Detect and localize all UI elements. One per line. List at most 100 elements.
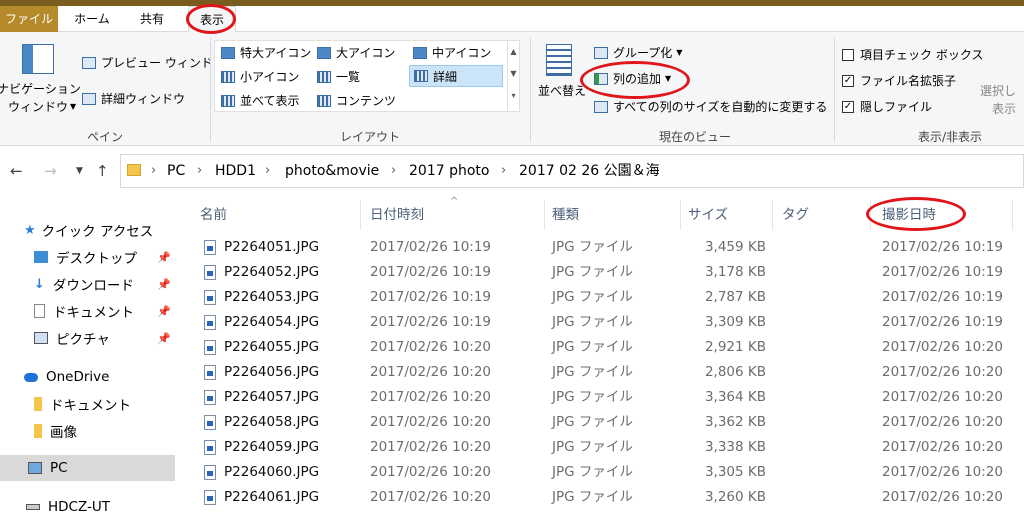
sidebar-quick-access[interactable]: ★ クイック アクセス bbox=[24, 218, 199, 242]
file-date-taken: 2017/02/26 10:20 bbox=[881, 414, 1003, 430]
layout-content[interactable]: コンテンツ bbox=[317, 92, 396, 109]
breadcrumb-hdd1[interactable]: HDD1 bbox=[215, 155, 256, 187]
column-header-name[interactable]: 名前 bbox=[200, 198, 227, 232]
sort-button[interactable]: 並べ替え bbox=[538, 82, 586, 99]
column-header-type[interactable]: 種類 bbox=[552, 198, 579, 232]
ribbon-tabs: ファイル ホーム 共有 表示 bbox=[0, 6, 1024, 33]
table-row[interactable]: P2264052.JPG 2017/02/26 10:19 JPG ファイル 3,17… bbox=[180, 260, 1024, 285]
sidebar-onedrive[interactable]: OneDrive bbox=[24, 365, 199, 389]
column-divider[interactable] bbox=[1012, 200, 1013, 230]
details-pane-icon bbox=[82, 92, 96, 105]
sidebar-item-label: クイック アクセス bbox=[41, 224, 154, 240]
autosize-columns-button[interactable]: すべての列のサイズを自動的に変更する bbox=[594, 98, 827, 115]
layout-medium-icons[interactable]: 中アイコン bbox=[413, 44, 491, 61]
breadcrumb-chevron-icon[interactable]: › bbox=[151, 155, 156, 187]
table-row[interactable]: P2264057.JPG 2017/02/26 10:20 JPG ファイル 3,36… bbox=[180, 385, 1024, 410]
item-checkbox-toggle[interactable]: 項目チェック ボックス bbox=[842, 46, 983, 63]
tab-share[interactable]: 共有 bbox=[122, 6, 182, 32]
file-type: JPG ファイル bbox=[552, 389, 633, 405]
sidebar-item-desktop[interactable]: デスクトップ 📌 bbox=[34, 245, 175, 269]
layout-details[interactable]: 詳細 bbox=[409, 65, 503, 87]
file-type: JPG ファイル bbox=[552, 239, 633, 255]
up-arrow-icon[interactable]: ↑ bbox=[96, 162, 109, 180]
table-row[interactable]: P2264058.JPG 2017/02/26 10:20 JPG ファイル 3,36… bbox=[180, 410, 1024, 435]
layout-group-label: レイアウト bbox=[339, 130, 400, 144]
jpg-file-icon bbox=[204, 390, 216, 405]
group-by-button[interactable]: グループ化 ▼ bbox=[594, 44, 682, 61]
download-arrow-icon: ↓ bbox=[34, 276, 45, 292]
preview-pane-button[interactable]: プレビュー ウィンドウ bbox=[82, 54, 225, 71]
table-row[interactable]: P2264059.JPG 2017/02/26 10:20 JPG ファイル 3,33… bbox=[180, 435, 1024, 460]
hide-selected-partial[interactable]: 選択し bbox=[980, 82, 1016, 99]
back-arrow-icon[interactable]: ← bbox=[10, 162, 23, 180]
pin-icon[interactable]: 📌 bbox=[157, 278, 171, 291]
table-row[interactable]: P2264055.JPG 2017/02/26 10:20 JPG ファイル 2,92… bbox=[180, 335, 1024, 360]
folder-icon bbox=[34, 424, 42, 438]
file-extension-toggle[interactable]: ✓ ファイル名拡張子 bbox=[842, 72, 956, 89]
file-date: 2017/02/26 10:19 bbox=[370, 239, 492, 255]
jpg-file-icon bbox=[204, 365, 216, 380]
navigation-pane-button[interactable]: ナビゲーション bbox=[0, 80, 81, 97]
breadcrumb-pc[interactable]: PC bbox=[167, 155, 185, 187]
highlight-circle-date-taken bbox=[866, 197, 966, 231]
tab-file[interactable]: ファイル bbox=[0, 6, 58, 32]
sidebar-item-downloads[interactable]: ↓ ダウンロード 📌 bbox=[34, 272, 175, 296]
file-size: 3,362 KB bbox=[704, 414, 766, 430]
hidden-files-toggle[interactable]: ✓ 隠しファイル bbox=[842, 98, 932, 115]
sidebar-item-label: デスクトップ bbox=[56, 251, 137, 267]
breadcrumb-chevron-icon[interactable]: › bbox=[265, 155, 270, 187]
address-bar[interactable]: › PC › HDD1 › photo&movie › 2017 photo ›… bbox=[120, 154, 1024, 188]
file-size: 2,921 KB bbox=[704, 339, 766, 355]
sidebar-item-label: ドキュメント bbox=[50, 398, 131, 414]
breadcrumb-current-folder[interactable]: 2017 02 26 公園＆海 bbox=[519, 155, 660, 187]
hidden-files-checkbox[interactable]: ✓ bbox=[842, 100, 854, 113]
column-header-date[interactable]: 日付時刻 bbox=[370, 198, 424, 232]
layout-extra-large-icons[interactable]: 特大アイコン bbox=[221, 44, 311, 61]
extra-large-icons-icon bbox=[221, 46, 235, 59]
file-type: JPG ファイル bbox=[552, 414, 633, 430]
pin-icon[interactable]: 📌 bbox=[157, 305, 171, 318]
item-checkbox-box[interactable] bbox=[842, 48, 854, 61]
recent-locations-chevron-icon[interactable]: ▼ bbox=[76, 166, 83, 176]
layout-large-icons[interactable]: 大アイコン bbox=[317, 44, 395, 61]
column-divider[interactable] bbox=[680, 200, 681, 230]
table-row[interactable]: P2264051.JPG 2017/02/26 10:19 JPG ファイル 3,45… bbox=[180, 235, 1024, 260]
forward-arrow-icon[interactable]: → bbox=[44, 162, 57, 180]
details-pane-button[interactable]: 詳細ウィンドウ bbox=[82, 90, 185, 107]
breadcrumb-chevron-icon[interactable]: › bbox=[391, 155, 396, 187]
breadcrumb-chevron-icon[interactable]: › bbox=[197, 155, 202, 187]
file-date-taken: 2017/02/26 10:20 bbox=[881, 439, 1003, 455]
pin-icon[interactable]: 📌 bbox=[157, 332, 171, 345]
breadcrumb-photo-movie[interactable]: photo&movie bbox=[285, 155, 379, 187]
column-header-tag[interactable]: タグ bbox=[782, 198, 809, 232]
table-row[interactable]: P2264060.JPG 2017/02/26 10:20 JPG ファイル 3,30… bbox=[180, 460, 1024, 485]
table-row[interactable]: P2264056.JPG 2017/02/26 10:20 JPG ファイル 2,80… bbox=[180, 360, 1024, 385]
sidebar-pc[interactable]: PC bbox=[0, 455, 175, 481]
column-divider[interactable] bbox=[544, 200, 545, 230]
layout-item-label: 大アイコン bbox=[336, 46, 396, 60]
column-divider[interactable] bbox=[772, 200, 773, 230]
preview-pane-label: プレビュー ウィンドウ bbox=[101, 56, 225, 70]
file-name: P2264053.JPG bbox=[224, 289, 320, 305]
pin-icon[interactable]: 📌 bbox=[157, 251, 171, 264]
sidebar-hdcz-ut[interactable]: HDCZ-UT bbox=[26, 495, 201, 519]
sidebar-item-documents[interactable]: ドキュメント 📌 bbox=[34, 299, 175, 323]
layout-small-icons[interactable]: 小アイコン bbox=[221, 68, 299, 85]
file-name: P2264057.JPG bbox=[224, 389, 320, 405]
file-date: 2017/02/26 10:19 bbox=[370, 289, 492, 305]
breadcrumb-2017-photo[interactable]: 2017 photo bbox=[409, 155, 489, 187]
sidebar-item-pictures[interactable]: ピクチャ 📌 bbox=[34, 326, 175, 350]
breadcrumb-chevron-icon[interactable]: › bbox=[501, 155, 506, 187]
table-row[interactable]: P2264061.JPG 2017/02/26 10:20 JPG ファイル 3,26… bbox=[180, 485, 1024, 510]
layout-gallery-scroll[interactable]: ▲ ▼ ▾ bbox=[507, 41, 519, 111]
layout-tiles[interactable]: 並べて表示 bbox=[221, 92, 300, 109]
file-list: 名前 ^ 日付時刻 種類 サイズ タグ 撮影日時 P2264051.JPG 201… bbox=[180, 196, 1024, 512]
layout-list[interactable]: 一覧 bbox=[317, 68, 360, 85]
tab-home[interactable]: ホーム bbox=[62, 6, 122, 32]
column-header-size[interactable]: サイズ bbox=[688, 198, 728, 232]
preview-pane-icon bbox=[82, 56, 96, 69]
table-row[interactable]: P2264053.JPG 2017/02/26 10:19 JPG ファイル 2,78… bbox=[180, 285, 1024, 310]
table-row[interactable]: P2264054.JPG 2017/02/26 10:19 JPG ファイル 3,30… bbox=[180, 310, 1024, 335]
file-extension-checkbox[interactable]: ✓ bbox=[842, 74, 854, 87]
column-divider[interactable] bbox=[360, 200, 361, 230]
